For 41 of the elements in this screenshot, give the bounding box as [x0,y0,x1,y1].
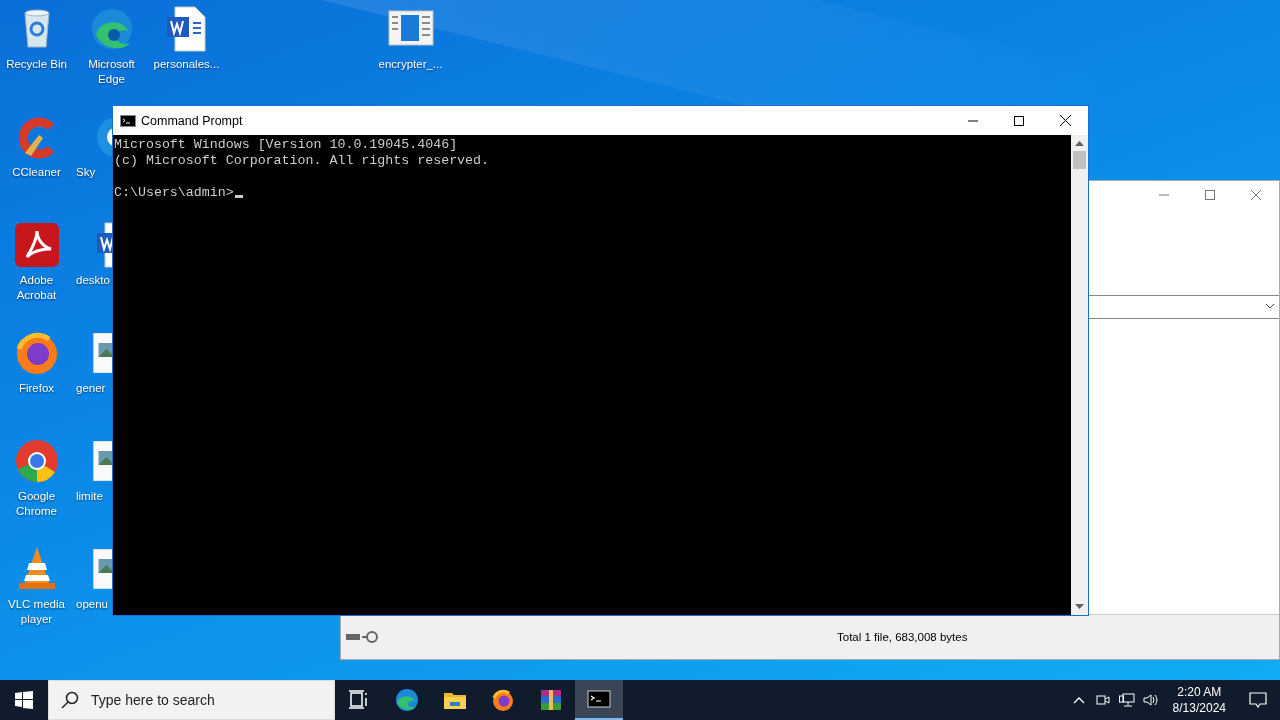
time-text: 2:20 AM [1177,684,1222,700]
drive-icon [345,630,379,644]
chevron-down-icon[interactable] [1265,302,1275,310]
scroll-up-icon[interactable] [1075,140,1084,146]
desktop-icon-label[interactable]: limite [76,489,103,504]
scroll-thumb[interactable] [1073,151,1086,169]
desktop-icon-label[interactable]: VLC media player [0,597,73,627]
terminal-icon [120,114,136,127]
console-text: Microsoft Windows [Version 10.0.19045.4046] [114,137,459,153]
desktop-icon-label[interactable]: gener [76,381,106,396]
search-field[interactable]: Type here to search [48,680,335,720]
desktop-icon-label[interactable]: openu [76,597,108,612]
terminal-icon [587,687,611,711]
close-icon[interactable] [1059,115,1071,126]
clock[interactable]: 2:20 AM 8/13/2024 [1162,684,1236,716]
acrobat-icon [12,221,61,269]
console-text: (c) Microsoft Corporation. All rights reserved. [114,153,491,169]
search-input[interactable]: Type here to search [89,691,313,709]
window-title: Command Prompt [141,113,244,128]
edge-icon [395,688,419,712]
desktop-icon-label[interactable]: Google Chrome [0,489,73,519]
desktop-icon-label[interactable]: Sky [76,165,96,180]
search-icon [61,691,79,709]
text-cursor [234,195,243,198]
status-text: Total 1 file, 683,008 bytes [837,631,968,643]
desktop-icon-label[interactable]: encrypter_... [378,57,443,72]
desktop-icon-label[interactable]: CCleaner [12,165,61,180]
scrollbar[interactable] [1071,135,1088,615]
desktop-icon-label[interactable]: Microsoft Edge [75,57,148,87]
desktop-icon-label[interactable]: deskto [76,273,110,288]
desktop-icon-label[interactable]: personales... [153,57,220,72]
windows-logo-icon[interactable] [15,691,33,709]
desktop-icon-label[interactable]: Firefox [18,381,55,396]
maximize-icon[interactable] [1014,115,1024,126]
archive-icon [539,688,563,712]
scroll-down-icon[interactable] [1075,604,1084,610]
desktop-icon-label[interactable]: Adobe Acrobat [0,273,73,303]
command-prompt: C:\Users\admin> [114,185,234,200]
desktop-icon-label[interactable]: Recycle Bin [6,57,67,72]
taskbar-app[interactable] [575,680,623,720]
date-text: 8/13/2024 [1172,700,1226,716]
